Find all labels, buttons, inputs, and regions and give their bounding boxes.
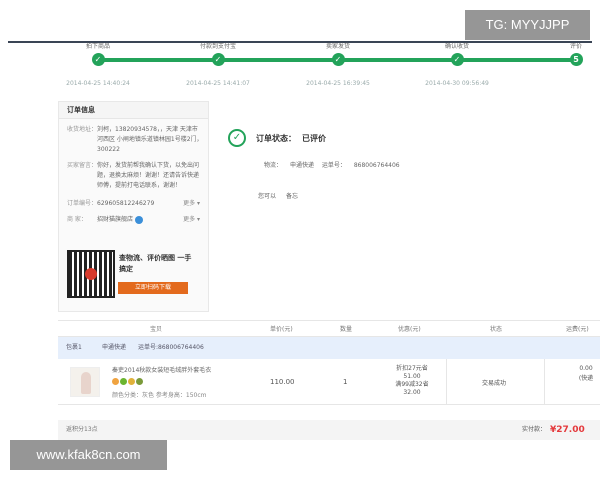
step-placed: 拍下商品 ✓ 2014-04-25 14:40:24 [43, 42, 153, 87]
memo-link[interactable]: 备忘 [286, 193, 298, 200]
tracking-number: 868006764406 [353, 162, 400, 169]
step-check-icon: ✓ [91, 53, 105, 66]
trade-status: 交易成功 [482, 380, 507, 387]
shipping-amount: 0.00 [579, 365, 593, 372]
address-value: 刘柯，13820934578，，天津 天津市 河西区 小闸地镇乐道镇林园1号楼2… [97, 126, 203, 153]
package-index: 包裹1 [66, 344, 82, 351]
table-header: 宝贝 单价(元) 数量 优惠(元) 状态 运费(元) [58, 320, 600, 337]
status-label: 订单状态： [256, 134, 296, 143]
package-header: 包裹1 申通快递 运单号: 868006764406 [58, 337, 600, 359]
step-time: 2014-04-30 09:56:49 [425, 80, 489, 87]
seller-row: 商 家： 招财猫旗舰店 更多 ▾ [59, 215, 208, 225]
order-info-panel: 订单信息 收货地址： 刘柯，13820934578，，天津 天津市 河西区 小闸… [58, 101, 209, 312]
step-check-icon: ✓ [450, 53, 464, 66]
app-promo: 查物流、评价晒图 一手搞定 立即扫码下载 [67, 250, 204, 306]
seller-label: 商 家： [67, 216, 87, 223]
unit-price: 110.00 [270, 378, 295, 386]
step-check-icon: ✓ [331, 53, 345, 66]
col-shipping: 运费(元) [566, 326, 589, 333]
action-prefix: 您可以 [258, 193, 277, 200]
product-spec: 颜色分类：灰色 参考身高：150cm [112, 392, 207, 399]
badge-icon [136, 378, 143, 385]
message-value: 你好，发货前帮我确认下货，以免出问题，退换太麻烦！谢谢！还请告诉快递师傅，提前打… [97, 162, 200, 189]
step-time: 2014-04-25 14:41:07 [186, 80, 250, 87]
logistics-line: 物流： 申通快递 运单号： 868006764406 [264, 160, 406, 169]
watermark-top: TG: MYYJJPP [465, 10, 590, 40]
points-text: 返积分13点 [66, 426, 98, 433]
shipping-note: (快递 [578, 375, 594, 382]
product-thumbnail[interactable] [70, 367, 100, 397]
order-no-row: 订单编号： 629605812246279 更多 ▾ [59, 199, 208, 209]
badge-icon [128, 378, 135, 385]
step-label: 确认收货 [444, 43, 469, 50]
paid-label: 实付款： [522, 426, 547, 433]
scan-download-button[interactable]: 立即扫码下载 [118, 282, 188, 294]
chat-icon[interactable] [135, 215, 144, 224]
col-product: 宝贝 [150, 326, 163, 333]
badge-icon [112, 378, 119, 385]
paid-amount: ¥27.00 [550, 425, 585, 435]
tracking-label: 运单号： [321, 162, 346, 169]
order-progress: 拍下商品 ✓ 2014-04-25 14:40:24 付款到支付宝 ✓ 2014… [0, 42, 600, 100]
order-info-title: 订单信息 [59, 102, 208, 119]
step-time: 2014-04-25 16:39:45 [306, 80, 370, 87]
step-check-icon: ✓ [211, 53, 225, 66]
step-label: 付款到支付宝 [199, 43, 236, 50]
discount-line: 满99减32省 [395, 381, 429, 388]
step-received: 确认收货 ✓ 2014-04-30 09:56:49 [402, 42, 512, 87]
col-discount: 优惠(元) [398, 326, 421, 333]
order-more-link[interactable]: 更多 ▾ [183, 199, 200, 209]
column-divider [544, 359, 545, 405]
discount-line: 32.00 [403, 389, 421, 396]
discount-line: 51.00 [403, 373, 421, 380]
qr-code [67, 250, 115, 298]
address-label: 收货地址： [67, 126, 98, 133]
step-number-icon: 5 [569, 53, 583, 66]
address-row: 收货地址： 刘柯，13820934578，，天津 天津市 河西区 小闸地镇乐道镇… [59, 125, 208, 155]
step-label: 卖家发货 [325, 43, 350, 50]
col-state: 状态 [490, 326, 503, 333]
order-items-table: 宝贝 单价(元) 数量 优惠(元) 状态 运费(元) 包裹1 申通快递 运单号:… [58, 320, 600, 405]
step-time: 2014-04-25 14:40:24 [66, 80, 130, 87]
watermark-bottom: www.kfak8cn.com [10, 440, 167, 470]
qr-promo-text: 查物流、评价晒图 一手搞定 [119, 254, 192, 273]
courier-name: 申通快递 [289, 162, 314, 169]
discount-info: 折扣27元省 51.00 满99减32省 32.00 [392, 365, 432, 397]
col-price: 单价(元) [270, 326, 293, 333]
step-label: 拍下商品 [85, 43, 110, 50]
step-shipped: 卖家发货 ✓ 2014-04-25 16:39:45 [283, 42, 393, 87]
message-row: 买家留言： 你好，发货前帮我确认下货，以免出问题，退换太麻烦！谢谢！还请告诉快递… [59, 161, 208, 191]
seller-more-link[interactable]: 更多 ▾ [183, 215, 200, 225]
package-tracking-label: 运单号: [138, 344, 159, 351]
order-no-label: 订单编号： [67, 200, 98, 207]
package-tracking-no: 868006764406 [158, 344, 204, 351]
status-value: 已评价 [302, 134, 326, 143]
table-row: 秦吏2014秋款女装短毛绒胖外套毛衣 颜色分类：灰色 参考身高：150cm 11… [58, 359, 600, 405]
column-divider [446, 359, 447, 405]
step-paid: 付款到支付宝 ✓ 2014-04-25 14:41:07 [163, 42, 273, 87]
quantity: 1 [343, 378, 348, 386]
seller-name[interactable]: 招财猫旗舰店 [97, 216, 133, 223]
action-line: 您可以 备忘 [258, 191, 306, 200]
step-label: 评价 [569, 43, 582, 50]
shipping-fee: 0.00 (快递 [572, 364, 600, 384]
col-qty: 数量 [340, 326, 353, 333]
logistics-label: 物流： [264, 162, 283, 169]
step-review: 评价 5 [521, 42, 600, 66]
discount-line: 折扣27元省 [396, 365, 428, 372]
status-check-icon: ✓ [228, 129, 246, 147]
table-footer: 返积分13点 实付款： ¥27.00 [58, 420, 600, 440]
message-label: 买家留言： [67, 162, 98, 169]
product-title-link[interactable]: 秦吏2014秋款女装短毛绒胖外套毛衣 [112, 367, 252, 375]
service-badges [112, 378, 144, 387]
badge-icon [120, 378, 127, 385]
package-courier: 申通快递 [102, 344, 127, 351]
